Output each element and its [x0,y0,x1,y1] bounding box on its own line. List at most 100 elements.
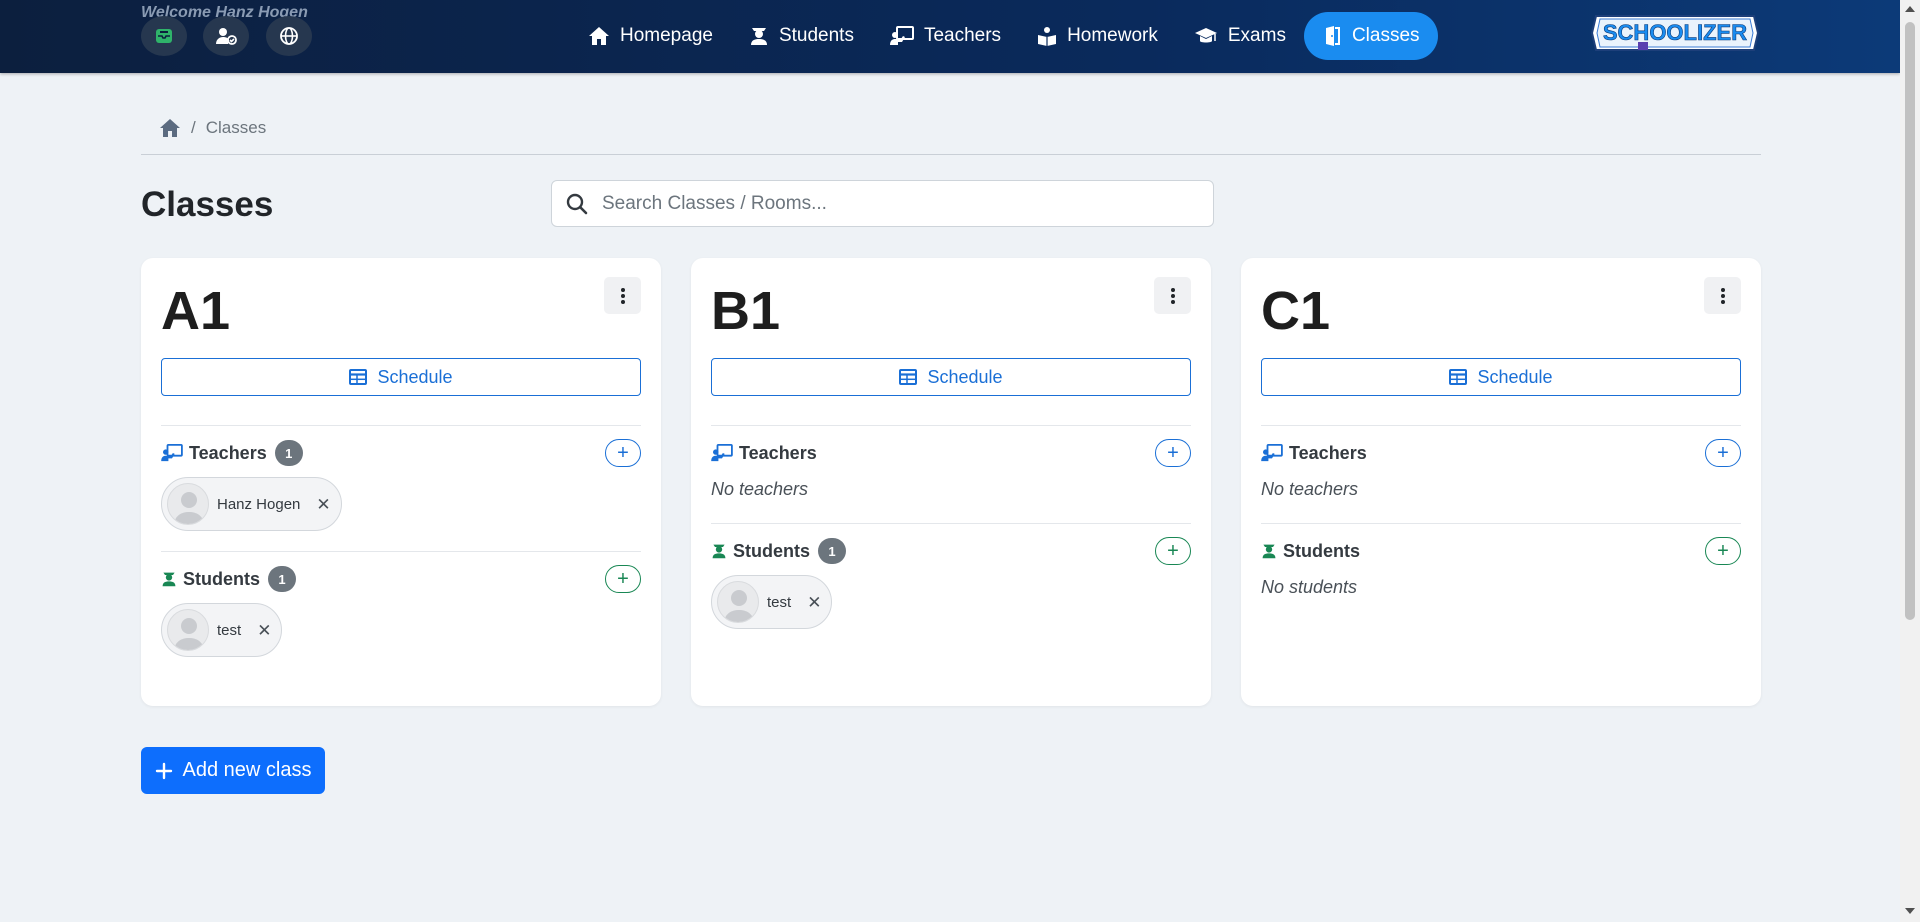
add-teacher-button[interactable]: + [1155,439,1191,467]
divider [1261,523,1741,524]
nav-teachers[interactable]: Teachers [872,12,1019,60]
remove-student-icon[interactable]: ✕ [257,622,271,639]
teachers-section-header: Teachers + [1261,438,1741,468]
students-label: Students [183,568,261,589]
globe-icon [280,27,298,45]
nav-classes-label: Classes [1351,25,1420,46]
student-icon [712,544,726,559]
nav-classes[interactable]: Classes [1303,12,1438,60]
inbox-icon [156,29,172,43]
top-navbar: Welcome Hanz Hogen Homepage Students Tea… [0,0,1900,73]
main-nav: Homepage Students Teachers Homework Exam… [570,12,1438,60]
students-label: Students [733,540,811,561]
plus-icon: + [1167,442,1179,464]
teacher-icon [889,26,914,45]
students-section-header: Students + [1261,536,1741,566]
breadcrumb-separator: / [191,118,196,137]
teachers-label: Teachers [1289,442,1367,463]
students-label: Students [1283,540,1361,561]
teacher-chip: Hanz Hogen ✕ [161,477,342,531]
schedule-button[interactable]: Schedule [711,358,1191,396]
teachers-section-header: Teachers + [711,438,1191,468]
teachers-label: Teachers [739,442,817,463]
page-scrollbar[interactable] [1900,0,1920,922]
home-icon [589,27,609,45]
student-icon [162,572,176,587]
class-options-button[interactable] [1154,277,1191,314]
add-new-class-button[interactable]: Add new class [141,747,325,794]
plus-icon: + [1167,540,1179,562]
class-name: B1 [711,281,781,341]
class-options-button[interactable] [604,277,641,314]
class-name: C1 [1261,281,1331,341]
door-icon [1325,26,1340,46]
inbox-button[interactable] [141,16,187,56]
students-section-header: Students 1 + [161,564,641,594]
scroll-thumb[interactable] [1905,22,1915,620]
add-teacher-button[interactable]: + [1705,439,1741,467]
teacher-icon [1261,444,1283,462]
table-icon [899,369,918,385]
no-students-text: No students [1261,577,1358,597]
kebab-menu-icon [1720,287,1725,304]
class-options-button[interactable] [1704,277,1741,314]
breadcrumb: / Classes [141,118,1761,155]
add-student-button[interactable]: + [1705,537,1741,565]
students-count-badge: 1 [268,566,297,592]
user-check-icon [216,28,237,45]
page-title: Classes [141,185,274,224]
scroll-up-icon[interactable] [1905,6,1915,12]
search-icon [566,193,588,214]
students-count-badge: 1 [818,538,847,564]
avatar [167,609,209,651]
student-icon [1262,544,1276,559]
no-teachers-text: No teachers [1261,479,1359,499]
plus-icon: + [1717,540,1729,562]
class-card-b1: B1 Schedule Teachers + No teachers Stude… [691,258,1211,706]
search-input[interactable] [602,192,1192,215]
nav-homework[interactable]: Homework [1019,12,1176,60]
divider [161,425,641,426]
add-student-button[interactable]: + [605,565,641,593]
schedule-label: Schedule [377,366,453,387]
nav-homepage[interactable]: Homepage [570,12,731,60]
logo-text: SCHOOLIZER [1603,20,1747,45]
profile-button[interactable] [203,16,249,56]
schedule-button[interactable]: Schedule [161,358,641,396]
nav-homepage-label: Homepage [620,25,713,46]
search-box[interactable] [551,180,1214,227]
graduation-cap-icon [1194,28,1217,43]
remove-student-icon[interactable]: ✕ [807,594,821,611]
remove-teacher-icon[interactable]: ✕ [316,496,330,513]
teacher-icon [161,444,183,462]
language-button[interactable] [266,16,312,56]
class-card-a1: A1 Schedule Teachers 1 + Hanz Hogen ✕ St… [141,258,661,706]
schoolizer-logo[interactable]: SCHOOLIZER [1590,14,1760,52]
student-chip: test ✕ [161,603,283,657]
kebab-menu-icon [1170,287,1175,304]
nav-students-label: Students [778,25,854,46]
nav-teachers-label: Teachers [923,25,1002,46]
schedule-label: Schedule [927,366,1003,387]
table-icon [349,369,368,385]
add-teacher-button[interactable]: + [605,439,641,467]
divider [1261,425,1741,426]
nav-exams-label: Exams [1227,25,1286,46]
scroll-down-icon[interactable] [1905,908,1915,914]
schedule-button[interactable]: Schedule [1261,358,1741,396]
home-icon[interactable] [159,118,181,138]
class-name: A1 [161,281,231,341]
avatar [167,483,209,525]
student-chip: test ✕ [711,575,833,629]
plus-icon: + [617,568,629,590]
avatar [717,581,759,623]
teacher-name: Hanz Hogen [217,495,301,513]
table-icon [1449,369,1468,385]
schedule-label: Schedule [1477,366,1553,387]
nav-exams[interactable]: Exams [1176,12,1304,60]
add-student-button[interactable]: + [1155,537,1191,565]
nav-homework-label: Homework [1067,25,1158,46]
nav-students[interactable]: Students [731,12,872,60]
breadcrumb-current: Classes [205,118,267,137]
plus-icon: + [1717,442,1729,464]
